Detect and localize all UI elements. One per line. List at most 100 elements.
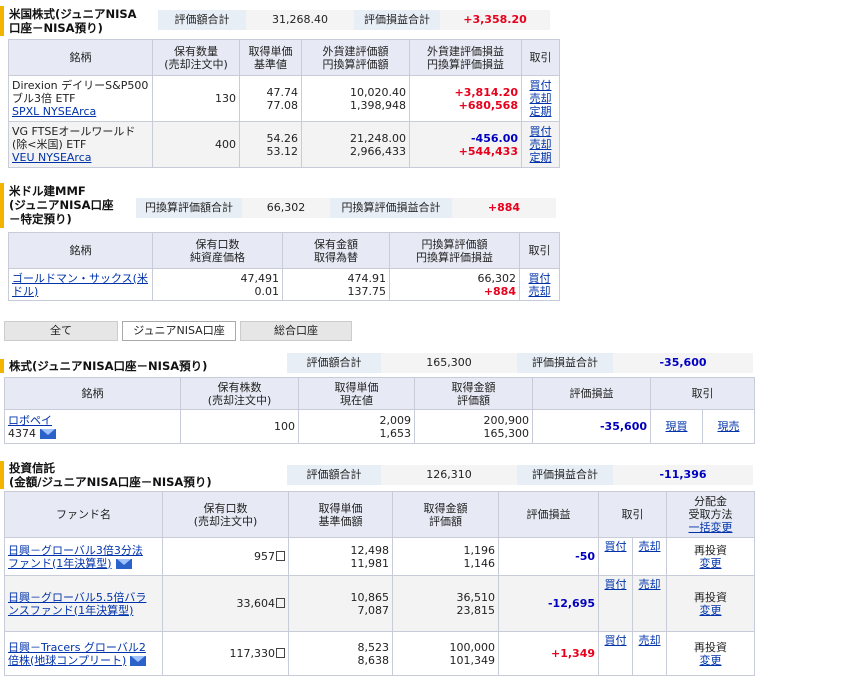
table-row: ロボペイ 4374 100 2,009 1,653 200,900 165,300 …: [4, 409, 755, 444]
col-header: 保有口数 純資産価格: [152, 232, 283, 269]
table-row: 日興－グローバル5.5倍バラ ンスファンド(1年決算型) 33,604 10,86…: [4, 575, 755, 632]
tab-junior-nisa[interactable]: ジュニアNISA口座: [122, 321, 236, 341]
sell-link[interactable]: 売却: [525, 138, 556, 151]
col-header: 保有数量 (売却注文中): [152, 39, 240, 76]
mmf-title: 米ドル建MMF (ジュニアNISA口座 －特定預り): [9, 184, 114, 226]
fund-summary: 評価額合計 126,310 評価損益合計 -11,396: [287, 465, 753, 485]
quantity: 400: [152, 121, 240, 168]
col-header: 外貨建評価額 円換算評価額: [301, 39, 410, 76]
mail-icon[interactable]: [115, 558, 132, 569]
jp-stock-summary: 評価額合計 165,300 評価損益合計 -35,600: [287, 353, 753, 373]
table-row: Direxion デイリーS&P500 ブル3倍 ETF SPXL NYSEAr…: [8, 75, 560, 122]
col-header: 取引: [519, 232, 560, 269]
buy-link[interactable]: 買付: [605, 578, 627, 591]
summary-label: 円換算評価額合計: [136, 198, 242, 218]
summary-label: 円換算評価損益合計: [330, 198, 452, 218]
section-marker: [0, 6, 4, 36]
summary-value: -11,396: [613, 465, 753, 485]
sell-link[interactable]: 売却: [523, 285, 556, 298]
table-row: 日興－グローバル3倍3分法 ファンド(1年決算型) 957 12,498 11,98…: [4, 537, 755, 576]
col-header: 評価損益: [498, 491, 599, 538]
col-header: 保有金額 取得為替: [282, 232, 390, 269]
section-marker: [0, 359, 4, 373]
col-header: 取得単価 基準価額: [288, 491, 393, 538]
sell-link[interactable]: 売却: [525, 92, 556, 105]
fund-table: ファンド名 保有口数 (売却注文中) 取得単価 基準価額 取得金額 評価額 評価…: [4, 491, 755, 676]
buy-link[interactable]: 買付: [523, 272, 556, 285]
col-header: 取得金額 評価額: [414, 377, 533, 410]
tab-all[interactable]: 全て: [4, 321, 118, 341]
quantity: 130: [152, 75, 240, 122]
us-stock-summary: 評価額合計 31,268.40 評価損益合計 +3,358.20: [158, 10, 550, 30]
col-header: 取引: [650, 377, 755, 410]
cash-buy-link[interactable]: 現買: [666, 420, 688, 433]
col-header: 円換算評価額 円換算評価損益: [389, 232, 520, 269]
summary-label: 評価損益合計: [517, 353, 613, 373]
fund-link[interactable]: 日興－Tracers グローバル2 倍株(地球コンプリート): [8, 641, 146, 667]
security-link[interactable]: SPXL NYSEArca: [12, 105, 96, 118]
summary-label: 評価損益合計: [517, 465, 613, 485]
jp-stock-table: 銘柄 保有株数 (売却注文中) 取得単価 現在値 取得金額 評価額 評価損益 取…: [4, 377, 755, 444]
summary-value: 126,310: [381, 465, 517, 485]
col-header: 銘柄: [8, 39, 153, 76]
mmf-summary: 円換算評価額合計 66,302 円換算評価損益合計 +884: [136, 198, 556, 218]
security-link[interactable]: ロボペイ: [8, 414, 52, 427]
summary-value: 66,302: [242, 198, 330, 218]
tab-general-account[interactable]: 総合口座: [240, 321, 352, 341]
fund-link[interactable]: 日興－グローバル5.5倍バラ ンスファンド(1年決算型): [8, 591, 146, 617]
security-link[interactable]: VEU NYSEArca: [12, 151, 92, 164]
col-header: 保有株数 (売却注文中): [180, 377, 299, 410]
jp-stock-title: 株式(ジュニアNISA口座－NISA預り): [9, 359, 208, 373]
summary-value: +3,358.20: [440, 10, 550, 30]
cash-sell-link[interactable]: 現売: [718, 420, 740, 433]
col-header: 銘柄: [8, 232, 153, 269]
section-marker: [0, 183, 4, 228]
col-header: ファンド名: [4, 491, 163, 538]
change-link[interactable]: 変更: [700, 604, 722, 617]
unit-box-icon: [276, 648, 285, 658]
summary-label: 評価額合計: [287, 465, 381, 485]
col-header: 評価損益: [532, 377, 651, 410]
table-row: VG FTSEオールワールド (除<米国) ETF VEU NYSEArca 4…: [8, 121, 560, 168]
summary-label: 評価損益合計: [354, 10, 440, 30]
security-cell: VG FTSEオールワールド (除<米国) ETF VEU NYSEArca: [8, 121, 153, 168]
col-header: 取引: [521, 39, 560, 76]
security-link[interactable]: ゴールドマン・サックス(米ドル): [12, 272, 148, 298]
col-header: 銘柄: [4, 377, 181, 410]
buy-link[interactable]: 買付: [605, 540, 627, 553]
table-row: 日興－Tracers グローバル2 倍株(地球コンプリート) 117,330 8,…: [4, 631, 755, 676]
bulk-change-link[interactable]: 一括変更: [689, 521, 733, 534]
account-tabs: 全て ジュニアNISA口座 総合口座: [4, 321, 356, 341]
col-header: 取得金額 評価額: [392, 491, 499, 538]
summary-value: 31,268.40: [246, 10, 354, 30]
us-stock-table: 銘柄 保有数量 (売却注文中) 取得単価 基準値 外貨建評価額 円換算評価額 外…: [8, 39, 560, 168]
periodic-link[interactable]: 定期: [525, 105, 556, 118]
col-header: 取引: [598, 491, 667, 538]
col-header: 分配金 受取方法 一括変更: [666, 491, 755, 538]
periodic-link[interactable]: 定期: [525, 151, 556, 164]
security-cell: Direxion デイリーS&P500 ブル3倍 ETF SPXL NYSEAr…: [8, 75, 153, 122]
mail-icon[interactable]: [130, 655, 147, 666]
summary-label: 評価額合計: [287, 353, 381, 373]
col-header: 外貨建評価損益 円換算評価損益: [409, 39, 522, 76]
col-header: 保有口数 (売却注文中): [162, 491, 289, 538]
us-stock-title: 米国株式(ジュニアNISA 口座－NISA預り): [9, 7, 137, 35]
sell-link[interactable]: 売却: [639, 634, 661, 647]
summary-value: -35,600: [613, 353, 753, 373]
buy-link[interactable]: 買付: [605, 634, 627, 647]
summary-value: 165,300: [381, 353, 517, 373]
change-link[interactable]: 変更: [700, 557, 722, 570]
buy-link[interactable]: 買付: [525, 79, 556, 92]
sell-link[interactable]: 売却: [639, 578, 661, 591]
buy-link[interactable]: 買付: [525, 125, 556, 138]
section-marker: [0, 461, 4, 489]
unit-box-icon: [276, 551, 285, 561]
col-header: 取得単価 基準値: [239, 39, 302, 76]
mail-icon[interactable]: [40, 428, 56, 439]
sell-link[interactable]: 売却: [639, 540, 661, 553]
unit-box-icon: [276, 598, 285, 608]
fund-title: 投資信託 (金額/ジュニアNISA口座－NISA預り): [9, 461, 212, 489]
col-header: 取得単価 現在値: [298, 377, 415, 410]
table-row: ゴールドマン・サックス(米ドル) 47,491 0.01 474.91 137.75…: [8, 268, 560, 301]
change-link[interactable]: 変更: [700, 654, 722, 667]
